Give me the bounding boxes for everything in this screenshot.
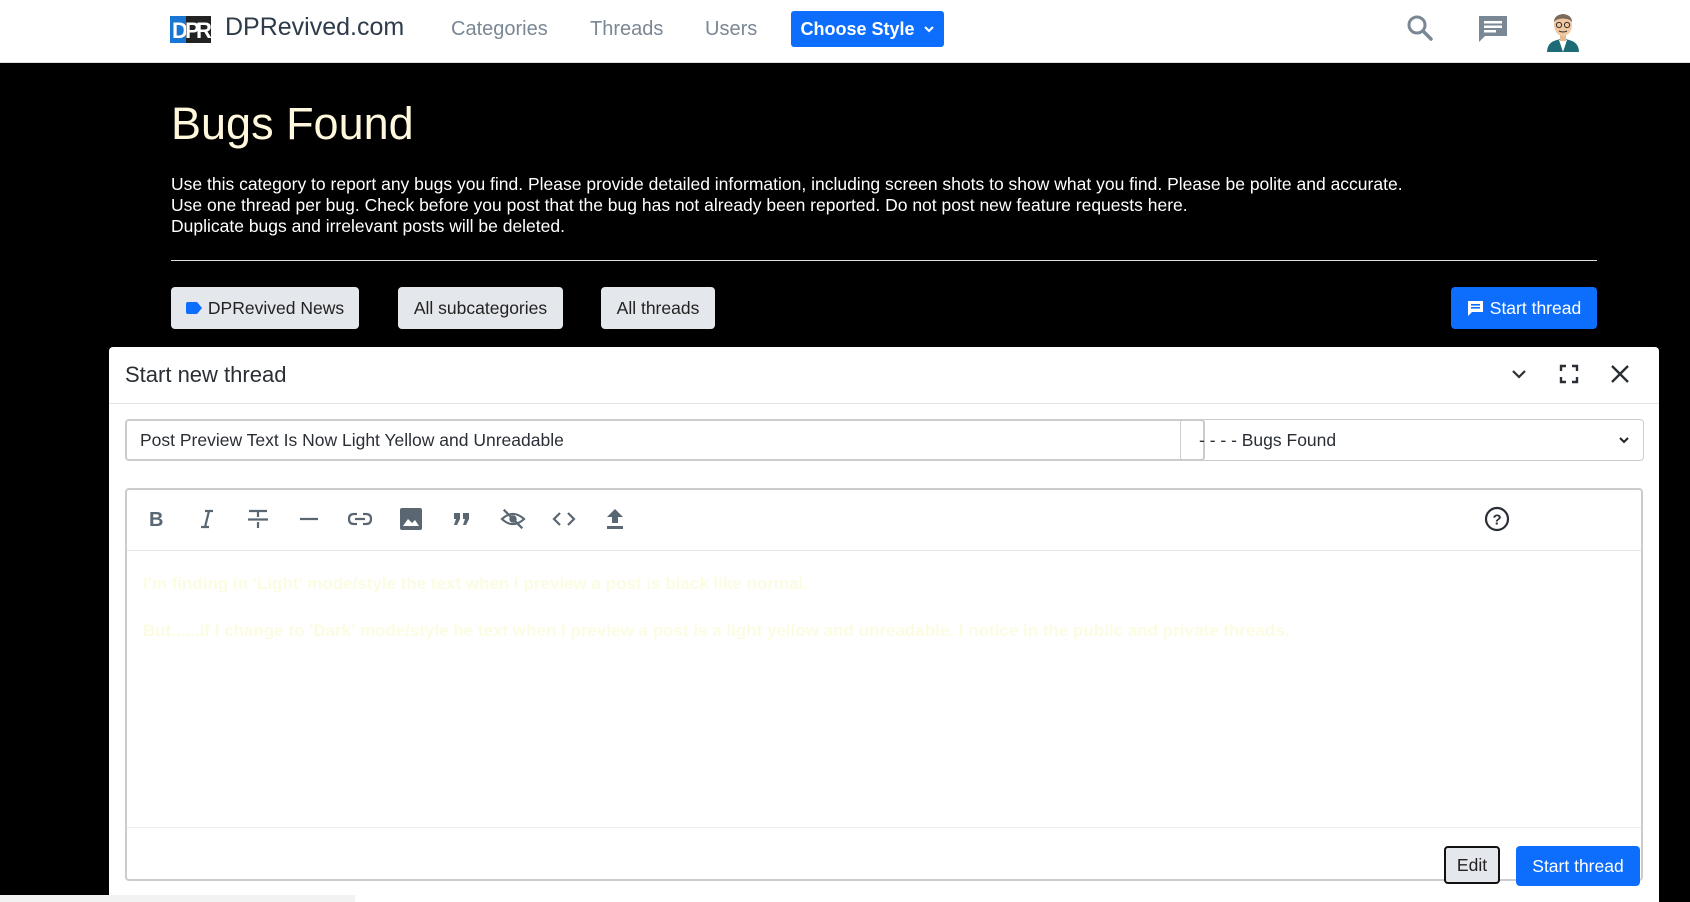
preview-paragraph: But......if I change to 'Dark' mode/styl… [143,621,1290,640]
chat-icon [1467,301,1483,316]
category-description-line: Duplicate bugs and irrelevant posts will… [171,216,565,236]
search-icon[interactable] [1406,14,1434,42]
close-icon[interactable] [1609,363,1631,385]
spoiler-icon[interactable] [500,506,526,532]
nav-categories[interactable]: Categories [451,18,548,41]
quote-icon[interactable] [449,506,475,532]
choose-style-label: Choose Style [800,18,915,39]
choose-style-button[interactable]: Choose Style [791,11,944,47]
nav-threads[interactable]: Threads [590,18,663,41]
fullscreen-icon[interactable] [1558,363,1580,385]
composer-title: Start new thread [125,362,287,387]
dprevived-news-label: DPRevived News [207,297,345,318]
post-preview: I'm finding in 'Light' mode/style the te… [143,574,1623,668]
divider [171,260,1597,261]
strikethrough-icon[interactable] [245,506,271,532]
start-thread-top-button[interactable]: Start thread [1451,287,1597,329]
minimize-chevron-icon[interactable] [1508,363,1530,385]
editor-toolbar: B ? [127,490,1641,551]
start-thread-button[interactable]: Start thread [1516,846,1640,886]
background-strip [0,895,355,902]
image-icon[interactable] [398,506,424,532]
dpr-logo-icon[interactable]: D P R [170,16,211,43]
upload-icon[interactable] [602,506,628,532]
dprevived-news-button[interactable]: DPRevived News [171,287,359,329]
chevron-down-icon [923,26,934,33]
link-icon[interactable] [347,506,373,532]
thread-title-input[interactable] [125,419,1205,461]
italic-icon[interactable] [194,506,220,532]
site-name[interactable]: DPRevived.com [225,13,404,42]
category-description-line: Use one thread per bug. Check before you… [171,195,1188,215]
category-description: Use this category to report any bugs you… [171,174,1403,237]
all-threads-button[interactable]: All threads [601,287,715,329]
category-title: Bugs Found [171,98,414,149]
svg-text:?: ? [1493,512,1502,529]
site-header: D P R DPRevived.com Categories Threads U… [0,0,1690,63]
nav-users[interactable]: Users [705,18,757,41]
post-editor[interactable]: B ? I'm finding in 'Light' mode/style th… [125,488,1643,886]
help-icon[interactable]: ? [1484,506,1510,532]
edit-button[interactable]: Edit [1444,846,1500,884]
horizontal-rule-icon[interactable] [296,506,322,532]
category-description-line: Use this category to report any bugs you… [171,174,1403,194]
svg-text:R: R [196,18,211,43]
category-select-value: - - - - Bugs Found [1199,429,1337,450]
preview-paragraph: I'm finding in 'Light' mode/style the te… [143,574,808,593]
code-icon[interactable] [551,506,577,532]
svg-text:B: B [149,509,163,530]
all-subcategories-button[interactable]: All subcategories [398,287,563,329]
editor-footer-divider [127,827,1641,828]
user-avatar-icon[interactable] [1543,10,1583,52]
chevron-down-icon [1619,437,1629,444]
start-thread-top-label: Start thread [1489,297,1582,318]
messages-icon[interactable] [1477,14,1509,44]
tag-icon [185,302,202,314]
bold-icon[interactable]: B [143,506,169,532]
new-thread-composer: Start new thread - - - - Bugs Found B [109,347,1659,902]
composer-header: Start new thread [109,347,1659,404]
category-select[interactable]: - - - - Bugs Found [1180,419,1644,461]
